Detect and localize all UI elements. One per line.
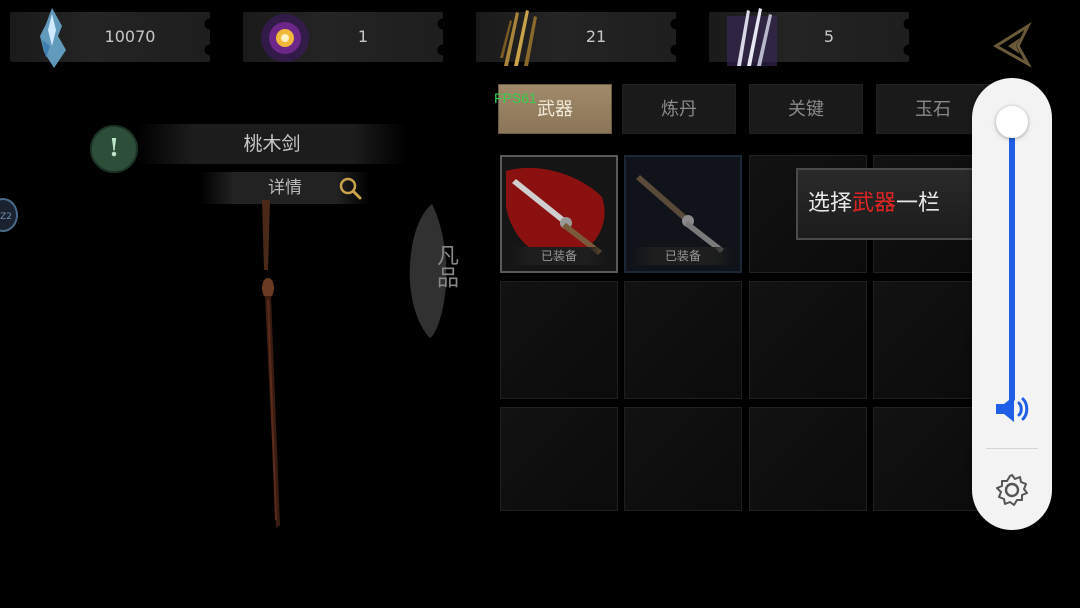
volume-slider-fill (1009, 132, 1015, 402)
inventory-slot[interactable] (500, 281, 618, 399)
gear-icon[interactable] (994, 472, 1030, 508)
gold-arrows-count: 21 (585, 27, 607, 46)
resource-crystal: 10070 (10, 8, 216, 68)
tab-key-items[interactable]: 关键 (749, 84, 863, 134)
volume-panel (972, 78, 1052, 530)
rank-label: 凡品 (433, 244, 458, 288)
alert-icon[interactable]: ! (90, 125, 138, 173)
item-name: 桃木剑 (138, 124, 406, 164)
divider (986, 448, 1038, 449)
resource-gold-arrows: 21 (476, 10, 682, 66)
purple-arrows-count: 5 (823, 27, 835, 46)
side-badge[interactable]: Z2 (0, 198, 18, 232)
inventory-slot[interactable] (624, 281, 742, 399)
crystal-count: 10070 (104, 27, 156, 46)
inventory-slot[interactable]: 已装备 (624, 155, 742, 273)
tab-alchemy[interactable]: 炼丹 (622, 84, 736, 134)
volume-slider-knob[interactable] (996, 106, 1028, 138)
equipped-label: 已装备 (634, 247, 732, 265)
speaker-icon[interactable] (992, 392, 1032, 426)
inventory-slot[interactable]: 已装备 (500, 155, 618, 273)
tip-suffix: 一栏 (896, 191, 941, 216)
inventory-slot[interactable] (500, 407, 618, 511)
rank-badge: 凡品 (402, 204, 458, 338)
resource-orb: 1 (243, 12, 449, 62)
fps-counter: FPS61 (494, 90, 537, 106)
equipped-label: 已装备 (510, 247, 608, 265)
peach-wood-sword-image (262, 200, 280, 528)
tip-highlight: 武器 (852, 191, 897, 216)
menu-emblem-icon[interactable] (992, 20, 1036, 70)
volume-slider-track[interactable] (1009, 118, 1015, 402)
inventory-slot[interactable] (624, 407, 742, 511)
orb-count: 1 (357, 27, 369, 46)
inventory-slot[interactable] (749, 281, 867, 399)
tip-prefix: 选择 (808, 191, 853, 216)
resource-purple-arrows: 5 (709, 8, 915, 66)
search-icon[interactable] (336, 174, 364, 202)
inventory-slot[interactable] (749, 407, 867, 511)
